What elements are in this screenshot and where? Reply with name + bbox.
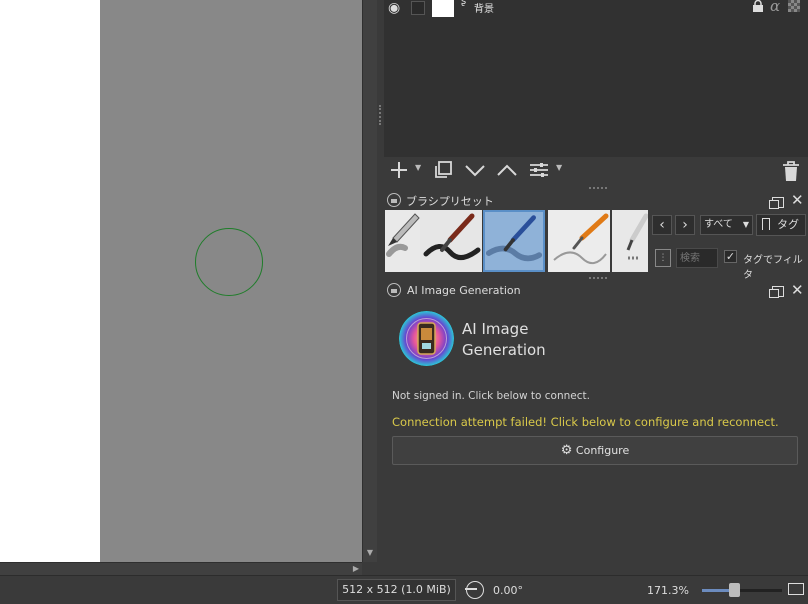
ai-panel-title: AI Image Generation [407,284,521,297]
zoom-slider-handle[interactable] [729,583,740,597]
canvas-page-area[interactable] [0,0,100,562]
alpha-lock-icon[interactable]: α [770,0,780,15]
next-preset-button[interactable]: › [675,215,695,235]
transparency-checker-icon[interactable] [788,0,800,12]
rotation-value: 0.00° [493,584,523,597]
prev-preset-button[interactable]: ‹ [652,215,672,235]
lock-icon[interactable] [387,283,401,297]
chevron-down-icon: ▼ [742,220,749,229]
close-icon[interactable]: ✕ [791,193,804,208]
scroll-right-arrow-icon[interactable]: ▶ [350,562,362,575]
ai-heading-line2: Generation [462,341,546,359]
info-icon[interactable]: ⋮ [655,249,671,267]
lock-icon[interactable] [752,0,764,12]
connection-error-text: Connection attempt failed! Click below t… [392,415,779,429]
tag-button[interactable]: タグ [756,214,806,236]
float-icon-back [769,289,779,298]
configure-button[interactable]: ⚙ Configure [392,436,798,465]
tag-filter-select[interactable]: すべて ▼ [700,215,753,235]
zoom-value: 171.3% [647,584,689,597]
layers-list [384,0,808,157]
brush-preset-more[interactable] [612,210,648,272]
tag-button-label: タグ [777,218,799,231]
bookmark-icon [762,218,770,230]
brush-preset-watercolor-selected[interactable] [483,210,545,272]
dock-resize-grip[interactable] [589,187,607,192]
layer-thumbnail [432,0,454,17]
configure-label: Configure [575,444,630,457]
close-icon[interactable]: ✕ [791,283,804,298]
eye-icon[interactable]: ◉ [388,0,400,16]
scroll-down-arrow-icon[interactable]: ▼ [363,546,377,560]
ai-plugin-logo [399,311,454,366]
brush-presets-title: ブラシプリセット [406,195,494,208]
trash-icon[interactable] [782,160,800,186]
chevron-down-icon[interactable] [464,160,486,184]
float-icon-back [769,200,779,209]
search-input[interactable] [676,248,718,268]
connection-status-text: Not signed in. Click below to connect. [392,390,590,402]
plus-icon[interactable] [389,160,409,184]
properties-menu-caret-icon[interactable]: ▼ [556,163,562,172]
image-size-info[interactable]: 512 x 512 (1.0 MiB) [337,579,456,601]
ai-heading: AI Image Generation [462,319,582,361]
filter-by-tag-checkbox[interactable]: ✓ [724,250,737,263]
lock-icon[interactable] [387,193,401,207]
layer-select-checkbox[interactable] [411,1,425,15]
horizontal-scrollbar[interactable] [0,562,362,575]
filter-by-tag-label: タグでフィルタ [743,255,803,281]
layer-name[interactable]: 背景 [474,0,494,15]
chevron-up-icon[interactable] [496,160,518,184]
ai-heading-line1: AI Image [462,320,529,338]
link-icon: ʂ [461,0,467,7]
rotate-icon[interactable] [465,581,484,599]
fit-to-screen-icon[interactable] [788,583,804,595]
sliders-icon[interactable] [528,160,550,184]
duplicate-icon[interactable] [433,160,453,184]
gear-icon: ⚙ [560,443,573,458]
brush-preset-pencil[interactable] [548,210,610,272]
brush-outline-cursor [195,228,263,296]
tag-filter-value: すべて [704,219,733,230]
brush-preset-ink[interactable] [420,210,482,272]
add-menu-caret-icon[interactable]: ▼ [415,163,421,172]
vertical-scrollbar[interactable] [362,0,377,562]
